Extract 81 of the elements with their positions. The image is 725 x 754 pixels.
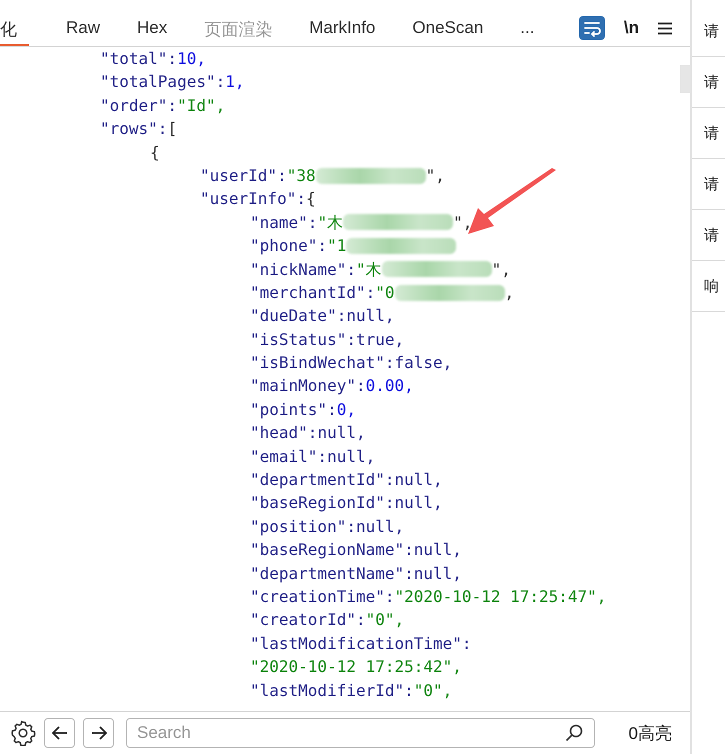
json-key: "rows": [100,117,168,141]
next-button[interactable] [83,718,114,748]
json-value: null, [317,422,366,444]
json-value: [ [167,118,178,140]
arrow-left-icon [52,726,68,740]
request-list-item[interactable]: 请 [692,108,725,159]
view-tab[interactable]: Raw [66,10,100,46]
json-value: "0", [366,609,404,632]
view-tab[interactable]: 化 [0,10,29,46]
json-key: "lastModifierId": [250,678,414,702]
newline-toggle[interactable]: \n [624,18,639,38]
json-value: null, [414,539,462,562]
json-value: "0", [414,680,452,702]
arrow-right-icon [90,726,106,740]
json-punctuation: ", [453,212,472,234]
json-value: 10, [177,48,206,70]
json-value: 1, [225,71,244,94]
json-key: "userInfo": [200,187,306,211]
view-tab[interactable]: ... [520,10,534,46]
highlight-count: 0高亮 [628,722,672,744]
json-key: "userId": [200,164,287,188]
json-key: "baseRegionName": [250,538,414,562]
json-value: null, [414,562,462,585]
json-value: "38 [286,164,316,187]
json-key: "name": [250,210,318,234]
json-key: "isBindWechat": [250,351,394,374]
json-key: "nickName": [250,258,356,281]
search-icon [564,724,583,742]
json-value: "木 [356,258,382,281]
json-value: null, [327,446,376,468]
json-key: "creatorId": [250,608,366,632]
json-key: "mainMoney": [250,374,366,398]
json-value: 0, [336,398,356,421]
json-value: null, [394,469,443,492]
json-value: 0.00, [366,375,414,398]
json-key: "dueDate": [250,304,346,328]
request-list-item[interactable]: 请 [692,6,725,57]
json-value: { [306,188,316,210]
json-key: "position": [250,514,356,538]
json-value: "木 [317,212,344,234]
json-value: null, [394,492,443,514]
view-tab[interactable]: MarkInfo [309,10,376,46]
json-value: "1 [327,235,346,258]
json-key: "totalPages": [100,70,226,94]
previous-button[interactable] [44,718,75,748]
json-key: "isStatus": [250,328,356,352]
json-key: "total": [100,47,178,70]
json-punctuation: ", [426,164,445,187]
menu-icon[interactable] [658,22,672,34]
word-wrap-icon[interactable] [578,16,605,40]
json-punctuation: ", [492,258,511,281]
settings-icon[interactable] [10,720,36,746]
json-value: false, [394,352,452,374]
json-value: "2020-10-12 17:25:47", [394,586,606,608]
json-key: "email": [250,444,328,468]
scrollbar-thumb[interactable] [680,65,690,93]
json-key: "baseRegionId": [250,491,394,515]
request-list-item[interactable]: 请 [692,57,725,108]
json-value: null, [356,516,404,538]
json-value: true, [356,328,404,351]
json-value: { [150,142,160,164]
view-tab[interactable]: OneScan [412,10,484,46]
json-key: "head": [250,421,318,445]
view-tab[interactable]: Hex [137,10,168,46]
json-key: "order": [100,94,178,118]
request-list-item[interactable]: 响 [692,261,725,312]
json-key: "creationTime": [250,584,394,608]
json-punctuation: , [504,282,514,304]
json-key: "points": [250,398,337,422]
json-key: "departmentId": [250,468,394,492]
json-key: "departmentName": [250,562,414,585]
json-key: "merchantId": [250,280,376,304]
json-value: null, [346,305,394,328]
request-list-item[interactable]: 请 [692,159,725,210]
request-list-item[interactable]: 请 [692,210,725,261]
search-field[interactable]: Search [126,718,595,748]
json-value: "0 [375,282,394,304]
json-value: "2020-10-12 17:25:42", [250,656,462,678]
json-key: "lastModificationTime": [250,632,472,656]
json-key: "phone": [250,234,328,258]
json-value: "Id", [177,94,226,117]
